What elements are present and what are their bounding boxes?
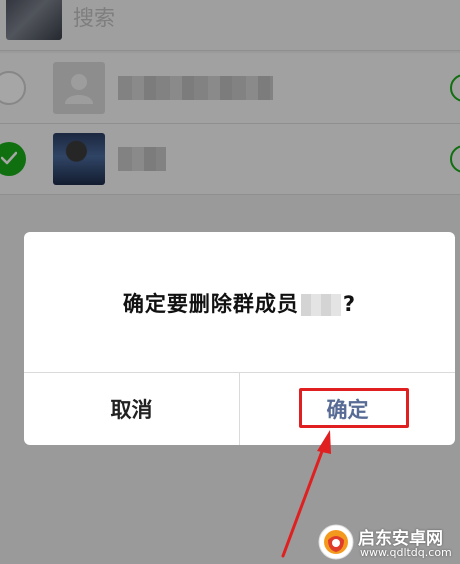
watermark-logo-icon [318, 524, 354, 560]
red-arrow-icon [281, 430, 331, 558]
watermark-url: www.qdltdq.com [360, 546, 452, 559]
site-watermark: 启东安卓网 www.qdltdq.com [318, 522, 458, 562]
